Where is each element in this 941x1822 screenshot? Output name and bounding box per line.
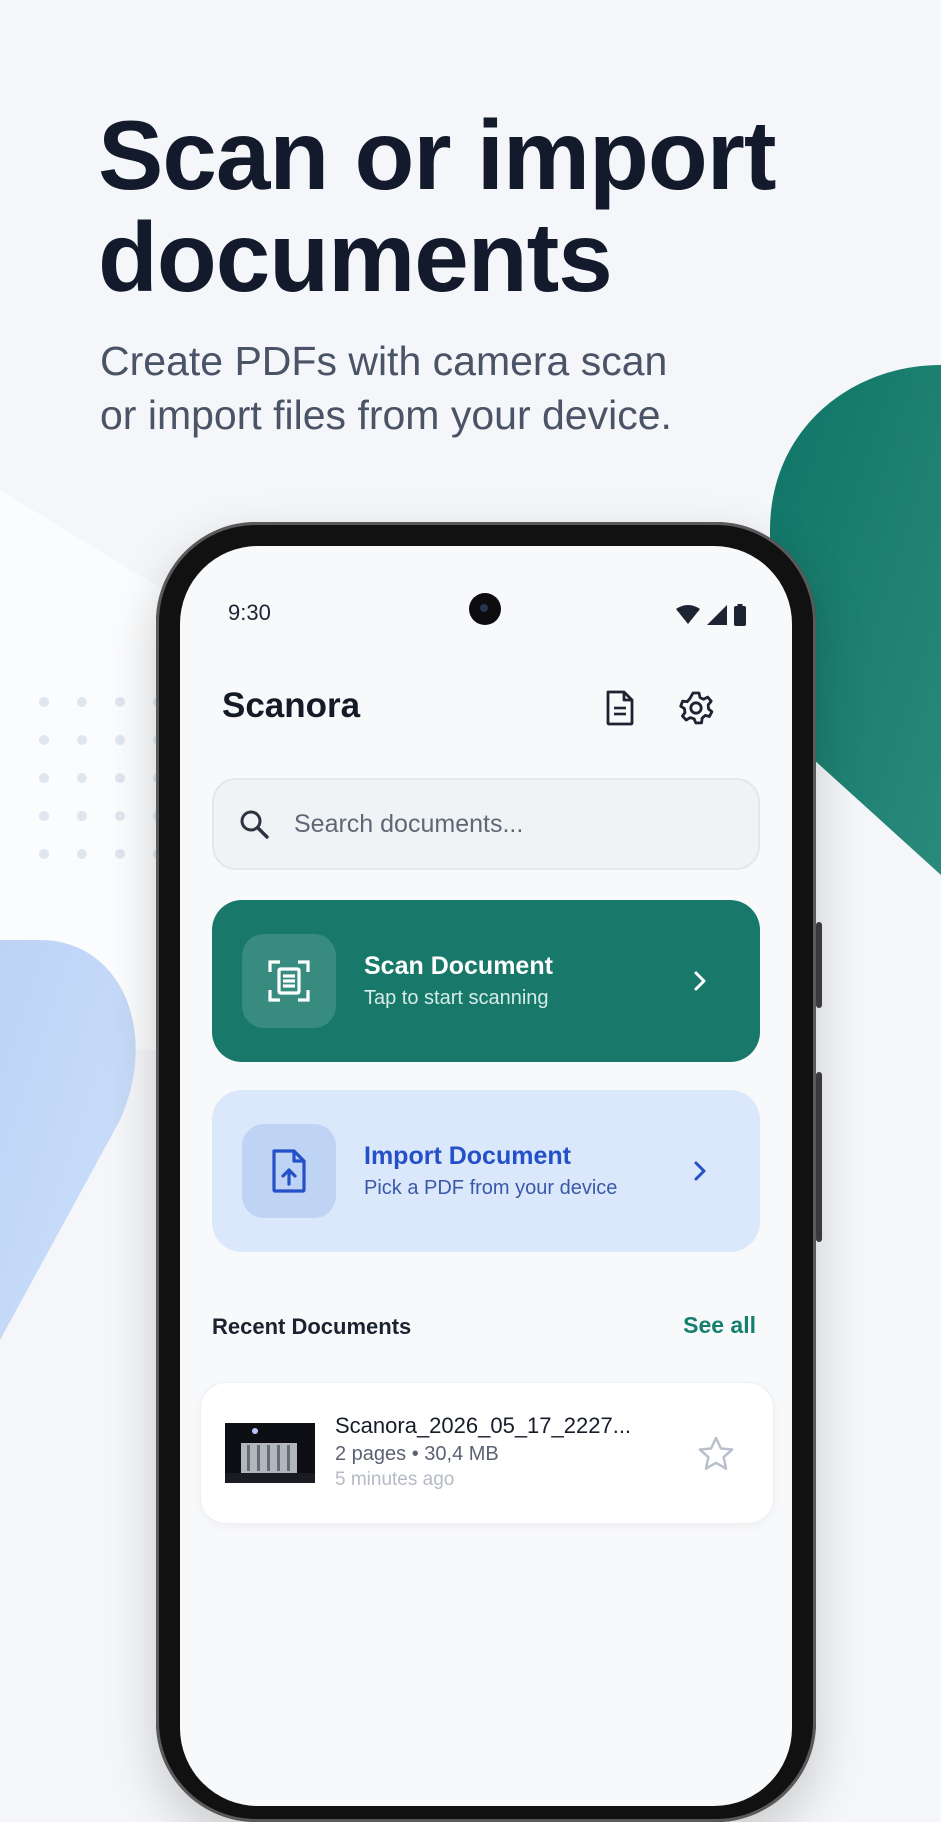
- file-upload-icon: [272, 1149, 306, 1193]
- hero-title-line1: Scan or import: [98, 100, 777, 210]
- document-meta: 2 pages • 30,4 MB: [335, 1443, 499, 1465]
- status-time: 9:30: [228, 600, 271, 625]
- search-input[interactable]: [292, 808, 736, 840]
- search-bar[interactable]: [212, 778, 760, 870]
- phone-volume-button: [816, 1072, 822, 1242]
- document-list-item[interactable]: Scanora_2026_05_17_2227... 2 pages • 30,…: [200, 1382, 774, 1524]
- scan-chevron-container: [680, 969, 720, 993]
- hero-subtitle: Create PDFs with camera scan or import f…: [100, 334, 860, 442]
- import-icon-container: [242, 1124, 336, 1218]
- recent-documents-heading: Recent Documents: [212, 1314, 412, 1339]
- status-icons: [676, 604, 746, 626]
- chevron-right-icon: [694, 1161, 706, 1181]
- import-document-button[interactable]: Import Document Pick a PDF from your dev…: [212, 1090, 760, 1252]
- scan-card-subtitle: Tap to start scanning: [364, 987, 549, 1009]
- scan-icon-container: [242, 934, 336, 1028]
- import-card-text: Import Document Pick a PDF from your dev…: [364, 1140, 680, 1202]
- import-chevron-container: [680, 1159, 720, 1183]
- document-thumbnail: [225, 1423, 315, 1483]
- scan-icon: [268, 960, 310, 1002]
- phone-screen: 9:30 Scanora Search documents... Scan Do…: [180, 546, 792, 1806]
- settings-button[interactable]: [676, 688, 716, 728]
- document-time: 5 minutes ago: [335, 1469, 455, 1490]
- document-thumbnail-image: [225, 1423, 315, 1483]
- wifi-icon: [676, 605, 700, 624]
- search-icon: [240, 810, 269, 839]
- hero-title: Scan or import documents: [98, 104, 918, 308]
- hero-title-line2: documents: [98, 202, 613, 312]
- hero-subtitle-line2: or import files from your device.: [100, 392, 672, 438]
- gear-icon: [679, 691, 714, 725]
- front-camera: [469, 593, 501, 625]
- document-name: Scanora_2026_05_17_2227...: [335, 1413, 632, 1438]
- star-icon[interactable]: [697, 1435, 735, 1473]
- app-title: Scanora: [222, 686, 361, 725]
- scan-document-button[interactable]: Scan Document Tap to start scanning: [212, 900, 760, 1062]
- scan-card-title: Scan Document: [364, 952, 553, 980]
- import-card-subtitle: Pick a PDF from your device: [364, 1177, 618, 1199]
- phone-frame: 9:30 Scanora Search documents... Scan Do…: [156, 522, 822, 1822]
- chevron-right-icon: [694, 971, 706, 991]
- signal-icon: [707, 605, 727, 625]
- import-card-title: Import Document: [364, 1142, 571, 1170]
- phone-side-button: [816, 922, 822, 1008]
- scan-card-text: Scan Document Tap to start scanning: [364, 950, 680, 1012]
- document-icon: [606, 690, 634, 726]
- hero-subtitle-line1: Create PDFs with camera scan: [100, 338, 668, 384]
- battery-icon: [734, 604, 746, 626]
- documents-button[interactable]: [600, 688, 640, 728]
- see-all-link[interactable]: See all: [683, 1312, 756, 1339]
